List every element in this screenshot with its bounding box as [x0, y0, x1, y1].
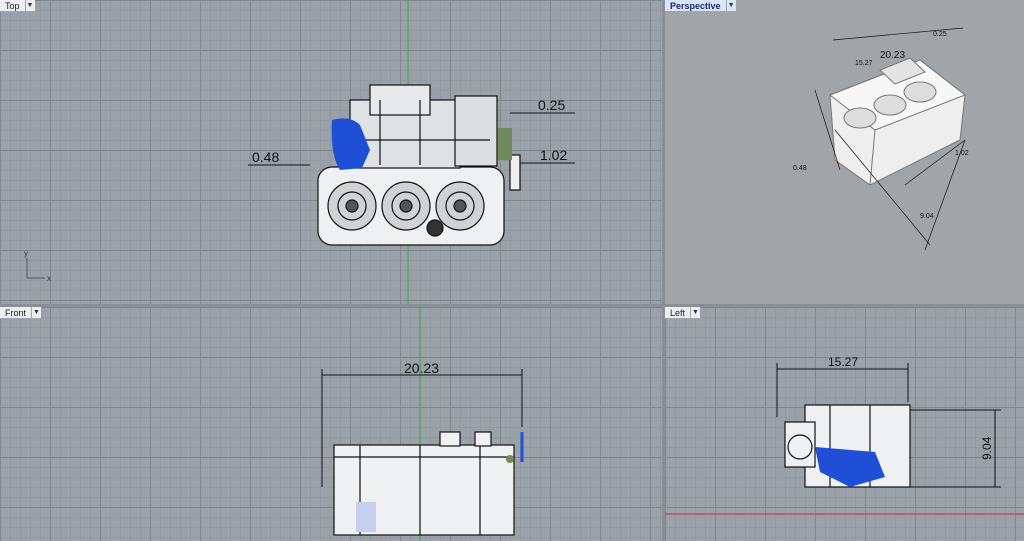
axis-label: x — [47, 274, 51, 283]
viewport-title[interactable]: Perspective — [665, 0, 727, 12]
left-view-drawing: 15.27 9.04 — [665, 355, 1024, 515]
dim-label: 20.23 — [404, 360, 439, 376]
viewport-front[interactable]: Front ▼ 20.23 — [0, 307, 662, 541]
viewport-title[interactable]: Front — [0, 307, 33, 319]
dim-label: 0.25 — [933, 31, 947, 38]
viewport-title[interactable]: Top — [0, 0, 26, 12]
chevron-down-icon[interactable]: ▼ — [25, 0, 35, 12]
dim-label: 1.02 — [540, 147, 567, 163]
chevron-down-icon[interactable]: ▼ — [726, 0, 736, 12]
perspective-view-drawing: 20.23 0.25 0.48 1.02 9.04 15.27 — [793, 27, 969, 251]
dim-label: 0.48 — [793, 165, 807, 172]
dim-label: 20.23 — [880, 50, 905, 61]
chevron-down-icon[interactable]: ▼ — [32, 307, 42, 319]
viewport-tab-top[interactable]: Top ▼ — [0, 0, 35, 12]
dim-label: 1.02 — [955, 150, 969, 157]
dim-label: 15.27 — [828, 355, 858, 369]
dim-label: 9.04 — [920, 213, 934, 220]
chevron-down-icon[interactable]: ▼ — [691, 307, 701, 319]
dim-label: 0.48 — [252, 149, 279, 165]
dim-label: 0.25 — [538, 97, 565, 113]
front-view-drawing: 20.23 — [321, 307, 524, 541]
dim-label: 9.04 — [980, 436, 994, 460]
viewport-title[interactable]: Left — [665, 307, 692, 319]
viewport-top[interactable]: Top ▼ 0.25 0.48 1.02 x y — [0, 0, 662, 304]
viewport-left[interactable]: Left ▼ 15.27 9.04 — [665, 307, 1024, 541]
viewport-perspective[interactable]: Perspective ▼ 20.23 0.25 0.48 1.02 9.04 … — [665, 0, 1024, 304]
axis-label: y — [24, 249, 28, 258]
viewport-tab-front[interactable]: Front ▼ — [0, 307, 42, 319]
viewport-tab-left[interactable]: Left ▼ — [665, 307, 701, 319]
dim-label: 15.27 — [855, 60, 873, 67]
viewport-tab-perspective[interactable]: Perspective ▼ — [665, 0, 736, 12]
top-view-drawing: 0.25 0.48 1.02 x y — [24, 0, 575, 304]
